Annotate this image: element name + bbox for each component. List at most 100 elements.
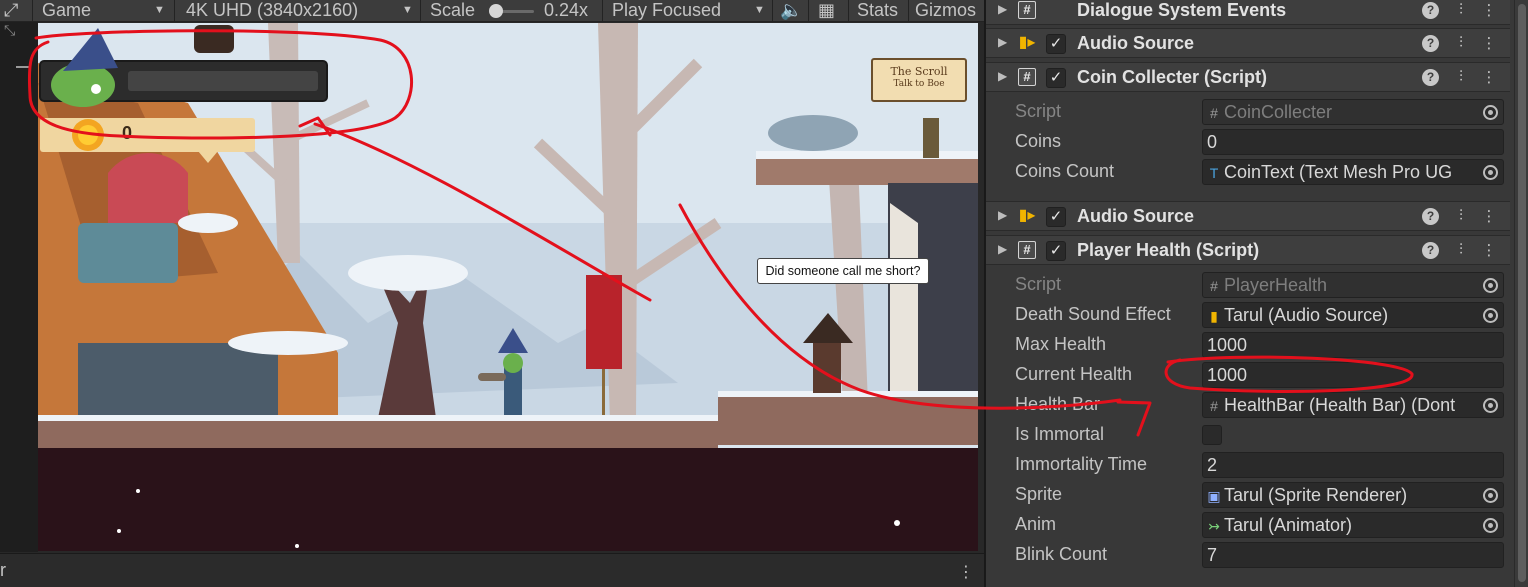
property-label: Script (1015, 274, 1062, 294)
property-value: CoinText (Text Mesh Pro UG (1224, 162, 1453, 182)
component-title: Audio Source (1077, 206, 1195, 226)
preset-sliders-icon[interactable]: ⫶ (1452, 241, 1470, 258)
resolution-dropdown[interactable]: 4K UHD (3840x2160) (186, 0, 358, 22)
chevron-right-icon[interactable]: ▶ (998, 208, 1007, 222)
property-field[interactable]: ↣ Tarul (Animator) (1202, 512, 1504, 538)
speaker-icon[interactable]: 🔈 (780, 0, 802, 22)
stats-button[interactable]: Stats (857, 0, 898, 22)
kebab-menu-icon[interactable]: ⋮ (1480, 241, 1498, 259)
gizmos-button[interactable]: Gizmos (915, 0, 976, 22)
property-row: Script # PlayerHealth (986, 270, 1510, 300)
component-title: Dialogue System Events (1077, 0, 1287, 20)
property-label: Coins Count (1015, 161, 1115, 181)
preset-sliders-icon[interactable]: ⫶ (1452, 207, 1470, 224)
kebab-menu-icon[interactable]: ⋮ (1480, 68, 1498, 86)
status-bar: r ⋮ (0, 553, 984, 587)
quest-sign: The Scroll Talk to Boe (871, 58, 967, 102)
component-header[interactable]: ▶ # Dialogue System Events? ⫶ ⋮ (986, 0, 1510, 25)
preset-sliders-icon[interactable]: ⫶ (1452, 1, 1470, 18)
property-checkbox[interactable] (1202, 425, 1222, 445)
display-tab[interactable]: Game (42, 0, 91, 22)
property-label: Coins (1015, 131, 1062, 151)
chevron-down-icon[interactable]: ▼ (754, 0, 765, 22)
preset-sliders-icon[interactable]: ⫶ (1452, 68, 1470, 85)
object-picker-icon[interactable] (1483, 488, 1498, 503)
object-picker-icon[interactable] (1483, 105, 1498, 120)
property-label: Script (1015, 101, 1062, 121)
component-enabled-checkbox[interactable]: ✓ (1046, 34, 1066, 54)
property-field: # PlayerHealth (1202, 272, 1504, 298)
component-header[interactable]: ▶ # ✓ Player Health (Script)? ⫶ ⋮ (986, 235, 1510, 265)
property-label: Immortality Time (1015, 454, 1148, 474)
property-row: Health Bar # HealthBar (Health Bar) (Dont (986, 390, 1510, 420)
chevron-right-icon[interactable]: ▶ (998, 69, 1007, 83)
kebab-menu-icon[interactable]: ⋮ (1480, 1, 1498, 19)
game-view-panel: ⤢ Game ▼ 4K UHD (3840x2160) ▼ Scale 0.24… (0, 0, 984, 587)
help-icon[interactable]: ? (1422, 2, 1439, 19)
chevron-right-icon[interactable]: ▶ (998, 2, 1007, 16)
textmeshpro-icon: T (1209, 165, 1219, 181)
object-picker-icon[interactable] (1483, 398, 1498, 413)
component-header[interactable]: ▶ ▮▸ ✓ Audio Source? ⫶ ⋮ (986, 201, 1510, 231)
component-header[interactable]: ▶ # ✓ Coin Collecter (Script)? ⫶ ⋮ (986, 62, 1510, 92)
component-title: Player Health (Script) (1077, 240, 1260, 260)
inspector-scrollbar[interactable] (1514, 0, 1528, 587)
property-field[interactable]: 0 (1202, 129, 1504, 155)
component-enabled-checkbox[interactable]: ✓ (1046, 68, 1066, 88)
property-value: CoinCollecter (1224, 102, 1333, 122)
chevron-right-icon[interactable]: ▶ (998, 242, 1007, 256)
property-row: Anim ↣ Tarul (Animator) (986, 510, 1510, 540)
script-icon: # (1210, 105, 1218, 121)
help-icon[interactable]: ? (1422, 35, 1439, 52)
quest-sign-title: The Scroll (890, 65, 948, 78)
object-picker-icon[interactable] (1483, 308, 1498, 323)
component-enabled-checkbox[interactable]: ✓ (1046, 241, 1066, 261)
property-label: Max Health (1015, 334, 1107, 354)
chevron-right-icon[interactable]: ▶ (998, 35, 1007, 49)
object-picker-icon[interactable] (1483, 165, 1498, 180)
maximize-icon[interactable]: ⤢ (4, 0, 18, 22)
property-field[interactable]: 7 (1202, 542, 1504, 568)
component-header[interactable]: ▶ ▮▸ ✓ Audio Source? ⫶ ⋮ (986, 28, 1510, 58)
property-label: Death Sound Effect (1015, 304, 1171, 324)
quest-sign-subtitle: Talk to Boe (893, 79, 945, 89)
object-picker-icon[interactable] (1483, 518, 1498, 533)
property-field[interactable]: ▣ Tarul (Sprite Renderer) (1202, 482, 1504, 508)
scrollbar-thumb[interactable] (1518, 4, 1526, 582)
help-icon[interactable]: ? (1422, 242, 1439, 259)
chevron-down-icon[interactable]: ▼ (402, 0, 413, 22)
left-gutter: ⤡ (0, 22, 38, 552)
property-field[interactable]: T CoinText (Text Mesh Pro UG (1202, 159, 1504, 185)
property-field[interactable]: # HealthBar (Health Bar) (Dont (1202, 392, 1504, 418)
help-icon[interactable]: ? (1422, 69, 1439, 86)
property-value: 1000 (1207, 335, 1248, 355)
property-label: Anim (1015, 514, 1057, 534)
help-icon[interactable]: ? (1422, 208, 1439, 225)
preset-sliders-icon[interactable]: ⫶ (1452, 34, 1470, 51)
kebab-menu-icon[interactable]: ⋮ (1480, 34, 1498, 52)
property-value: Tarul (Animator) (1224, 515, 1353, 535)
scale-slider-handle[interactable] (489, 4, 503, 18)
grid-icon[interactable]: ▦ (818, 0, 835, 22)
property-label: Is Immortal (1015, 424, 1105, 444)
kebab-menu-icon[interactable]: ⋮ (1480, 207, 1498, 225)
property-row: Sprite ▣ Tarul (Sprite Renderer) (986, 480, 1510, 510)
property-row: Script # CoinCollecter (986, 97, 1510, 127)
play-mode-dropdown[interactable]: Play Focused (612, 0, 721, 22)
game-viewport[interactable]: Did someone call me short? The Scroll Ta… (38, 23, 978, 551)
property-field[interactable]: 1000 (1202, 362, 1504, 388)
script-icon: # (1018, 241, 1036, 259)
property-field[interactable]: 1000 (1202, 332, 1504, 358)
property-value: HealthBar (Health Bar) (Dont (1224, 395, 1456, 415)
property-label: Current Health (1015, 364, 1133, 384)
speech-bubble: Did someone call me short? (757, 258, 929, 284)
property-field[interactable]: ▮ Tarul (Audio Source) (1202, 302, 1504, 328)
component-enabled-checkbox[interactable]: ✓ (1046, 207, 1066, 227)
sprite-renderer-icon: ▣ (1207, 488, 1221, 504)
kebab-menu-icon[interactable]: ⋮ (958, 562, 974, 582)
property-row: Current Health 1000 (986, 360, 1510, 390)
object-picker-icon[interactable] (1483, 278, 1498, 293)
property-field[interactable]: 2 (1202, 452, 1504, 478)
coin-count: 0 (122, 123, 133, 143)
chevron-down-icon[interactable]: ▼ (154, 0, 165, 22)
